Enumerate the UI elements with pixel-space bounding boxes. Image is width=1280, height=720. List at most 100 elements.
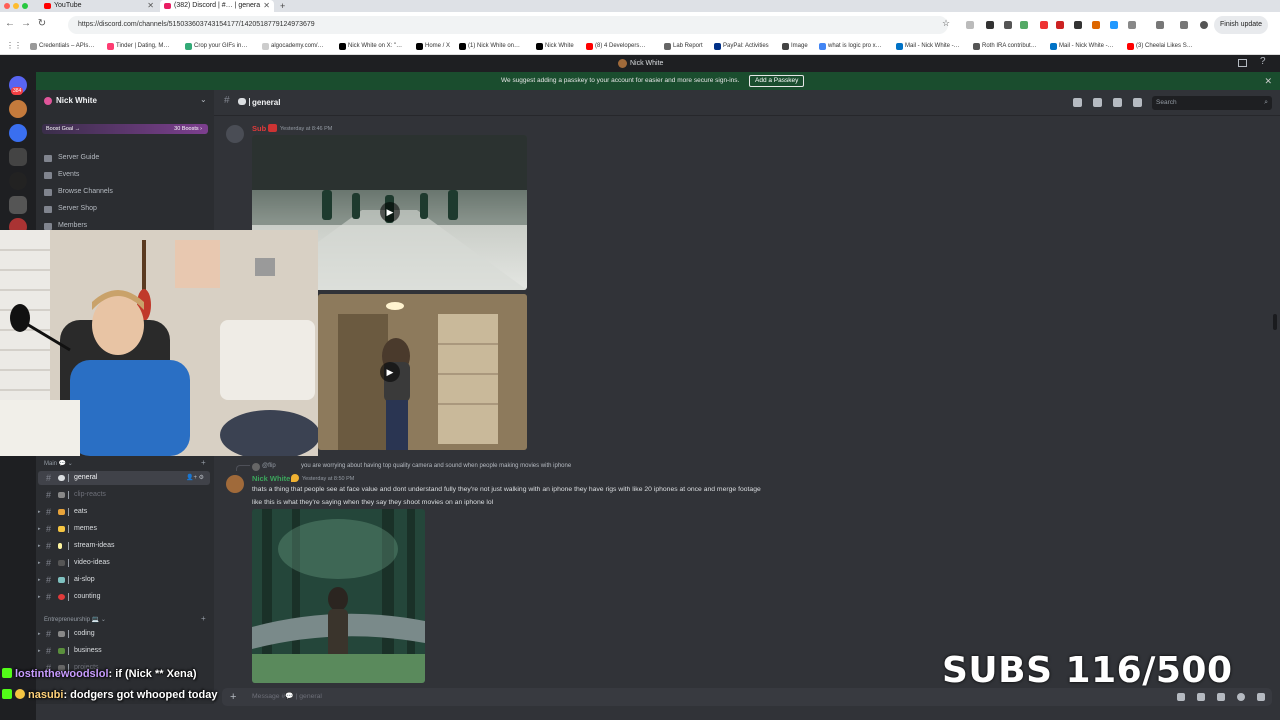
forward-icon[interactable]: → [20, 18, 32, 29]
close-icon[interactable]: ✕ [1264, 72, 1272, 90]
server-icon[interactable] [9, 124, 27, 142]
browse-channels-link[interactable]: Browse Channels [44, 186, 113, 198]
bookmark-item[interactable]: algocademy.com/… [262, 38, 324, 55]
avatar[interactable] [226, 475, 244, 493]
channel-clip-reacts[interactable]: # clip-reacts [38, 488, 210, 502]
bookmark-item[interactable]: Credentials – APIs… [30, 38, 94, 55]
url-field[interactable]: https://discord.com/channels/51503360374… [68, 16, 948, 34]
pin-icon[interactable] [1113, 98, 1122, 107]
bookmark-item[interactable]: Tinder | Dating, M… [107, 38, 169, 55]
profile-avatar[interactable] [1200, 21, 1208, 29]
channel-settings-icon[interactable]: 👤+ ⚙ [186, 471, 204, 485]
reply-username[interactable]: @flip [262, 463, 276, 469]
new-tab-button[interactable]: + [280, 0, 285, 12]
back-icon[interactable]: ← [4, 18, 16, 29]
close-tab-icon[interactable]: ✕ [263, 0, 270, 12]
bookmark-item[interactable]: what is logic pro x… [819, 38, 882, 55]
search-input[interactable]: Search ⌕ [1152, 96, 1272, 110]
boost-goal-bar[interactable]: Boost Goal → 30 Boosts › [42, 124, 208, 134]
add-passkey-button[interactable]: Add a Passkey [749, 75, 805, 87]
category-main[interactable]: Main 💬 ⌄ [44, 460, 73, 467]
server-icon[interactable] [9, 148, 27, 166]
message-username[interactable]: Sub [252, 124, 266, 133]
bookmark-item[interactable]: Image [782, 38, 808, 55]
channel-business[interactable]: ▸ # business [38, 644, 210, 658]
bookmark-item[interactable]: (8) 4 Developers… [586, 38, 645, 55]
server-icon[interactable] [9, 172, 27, 190]
bookmark-item[interactable]: Nick White on X: "… [339, 38, 402, 55]
server-icon[interactable] [9, 196, 27, 214]
apps-grid-icon[interactable]: ⋮⋮ [6, 41, 22, 50]
chevron-down-icon[interactable]: ⌄ [200, 95, 207, 104]
channel-ai-slop[interactable]: ▸ # ai-slop [38, 573, 210, 587]
extension-icon[interactable] [1004, 21, 1012, 29]
server-name[interactable]: Nick White [56, 96, 97, 105]
attach-plus-button[interactable]: + [230, 688, 236, 706]
image-attachment[interactable] [252, 509, 425, 683]
bookmark-item[interactable]: Roth IRA contribut… [973, 38, 1037, 55]
reply-preview[interactable]: you are worrying about having top qualit… [301, 463, 571, 469]
bookmark-star-icon[interactable]: ☆ [940, 18, 952, 29]
emoji-icon[interactable] [1237, 693, 1245, 701]
avatar[interactable] [226, 125, 244, 143]
close-window-icon[interactable] [4, 3, 10, 9]
extension-icon[interactable] [966, 21, 974, 29]
gif-icon[interactable] [1197, 693, 1205, 701]
channel-counting[interactable]: ▸ # counting [38, 590, 210, 604]
apps-icon[interactable] [1257, 693, 1265, 701]
extension-icon[interactable] [1110, 21, 1118, 29]
inbox-icon[interactable] [1238, 59, 1247, 67]
extension-icon[interactable] [1040, 21, 1048, 29]
extension-icon[interactable] [1092, 21, 1100, 29]
browser-tab-discord[interactable]: (382) Discord | #… | genera ✕ [160, 0, 274, 12]
channel-coding[interactable]: ▸ # coding [38, 627, 210, 641]
minimize-window-icon[interactable] [13, 3, 19, 9]
extension-icon[interactable] [1074, 21, 1082, 29]
members-icon [44, 223, 52, 230]
message-username[interactable]: Nick White [252, 474, 290, 483]
browser-tab-youtube[interactable]: YouTube ✕ [40, 0, 158, 12]
close-tab-icon[interactable]: ✕ [147, 0, 154, 12]
help-icon[interactable]: ? [1260, 56, 1266, 67]
bookmark-item[interactable]: Mail - Nick White -… [1050, 38, 1114, 55]
sidebar-toggle-icon[interactable] [1156, 21, 1164, 29]
browser-tab-bar: YouTube ✕ (382) Discord | #… | genera ✕ … [0, 0, 1280, 12]
bookmark-item[interactable]: Crop your GIFs in… [185, 38, 247, 55]
channel-video-ideas[interactable]: ▸ # video-ideas [38, 556, 210, 570]
finish-update-button[interactable]: Finish update [1214, 16, 1268, 34]
channel-stream-ideas[interactable]: ▸ # stream-ideas [38, 539, 210, 553]
notification-bell-icon[interactable] [1093, 98, 1102, 107]
channel-memes[interactable]: ▸ # memes [38, 522, 210, 536]
bookmark-item[interactable]: PayPal: Activities [714, 38, 769, 55]
bookmark-item[interactable]: Home / X [416, 38, 450, 55]
bookmark-item[interactable]: (3) Cheelai Likes S… [1127, 38, 1193, 55]
extensions-puzzle-icon[interactable] [1128, 21, 1136, 29]
server-guide-link[interactable]: Server Guide [44, 152, 99, 164]
member-list-icon[interactable] [1133, 98, 1142, 107]
add-channel-icon[interactable]: + [201, 458, 206, 467]
maximize-window-icon[interactable] [22, 3, 28, 9]
video-attachment[interactable]: ▶ [318, 294, 527, 450]
reload-icon[interactable]: ↻ [36, 18, 48, 29]
play-icon[interactable]: ▶ [380, 202, 400, 222]
server-shop-link[interactable]: Server Shop [44, 203, 97, 215]
server-icon[interactable] [9, 100, 27, 118]
gift-icon[interactable] [1177, 693, 1185, 701]
bookmark-item[interactable]: Lab Report [664, 38, 703, 55]
scrollbar-thumb[interactable] [1273, 314, 1277, 330]
extension-icon[interactable] [1020, 21, 1028, 29]
threads-icon[interactable] [1073, 98, 1082, 107]
bookmark-item[interactable]: Mail - Nick White -… [896, 38, 960, 55]
play-icon[interactable]: ▶ [380, 362, 400, 382]
add-channel-icon[interactable]: + [201, 614, 206, 623]
extension-icon[interactable] [1056, 21, 1064, 29]
extension-icon[interactable] [986, 21, 994, 29]
events-link[interactable]: Events [44, 169, 79, 181]
category-entrepreneurship[interactable]: Entrepreneurship 💻 ⌄ [44, 616, 106, 623]
channel-general[interactable]: # general 👤+ ⚙ [38, 471, 210, 485]
bookmark-item[interactable]: Nick White [536, 38, 574, 55]
downloads-icon[interactable] [1180, 21, 1188, 29]
sticker-icon[interactable] [1217, 693, 1225, 701]
channel-eats[interactable]: ▸ # eats [38, 505, 210, 519]
bookmark-item[interactable]: (1) Nick White on… [459, 38, 520, 55]
